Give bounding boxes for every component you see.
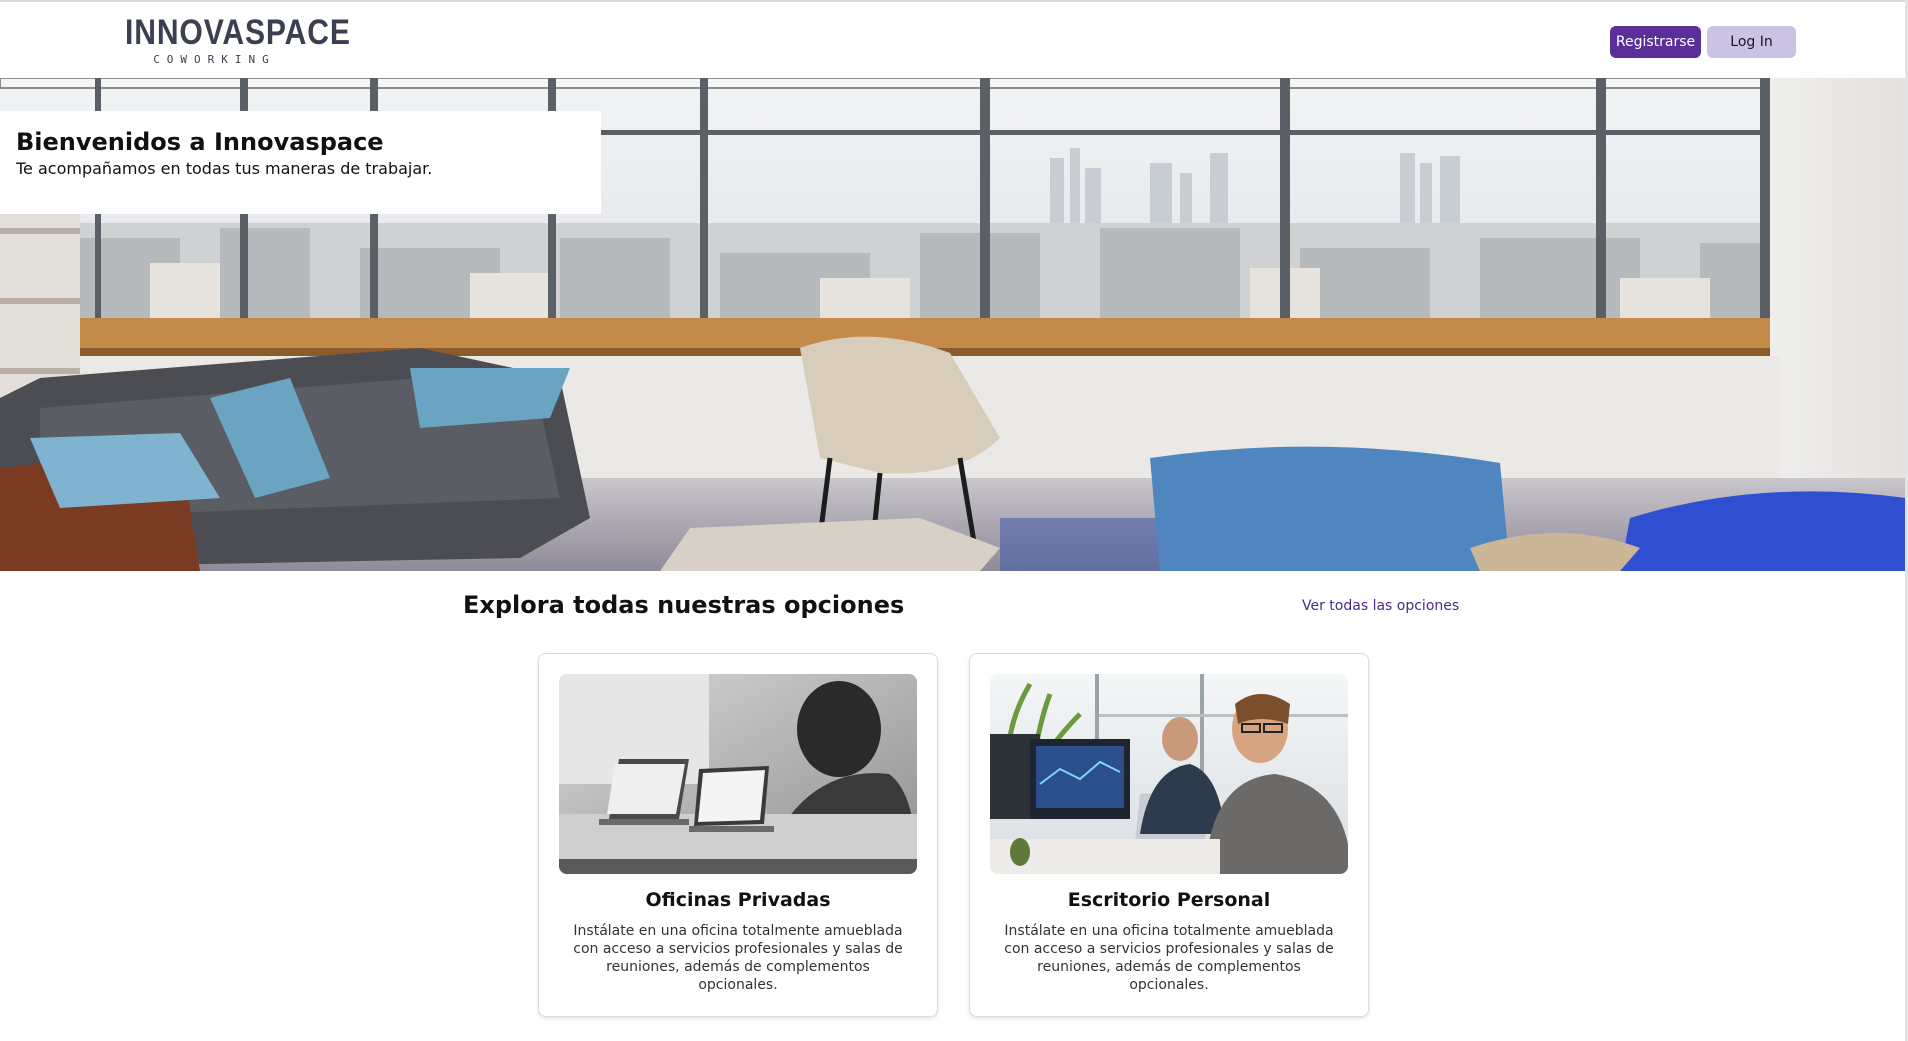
options-section-title: Explora todas nuestras opciones bbox=[463, 591, 905, 619]
brand-name: INNOVASPACE bbox=[125, 13, 351, 52]
brand-logo[interactable]: INNOVASPACE COWORKING bbox=[111, 13, 351, 66]
card-title: Escritorio Personal bbox=[1067, 889, 1271, 911]
login-button[interactable]: Log In bbox=[1707, 26, 1796, 58]
card-title: Oficinas Privadas bbox=[645, 889, 831, 911]
hero-banner: Bienvenidos a Innovaspace Te acompañamos… bbox=[0, 78, 1906, 571]
private-office-image bbox=[559, 674, 917, 874]
card-description: Instálate en una oficina totalmente amue… bbox=[1004, 923, 1334, 993]
personal-desk-image bbox=[990, 674, 1348, 874]
register-button[interactable]: Registrarse bbox=[1610, 26, 1701, 58]
see-all-options-link[interactable]: Ver todas las opciones bbox=[1302, 598, 1459, 614]
hero-welcome-card: Bienvenidos a Innovaspace Te acompañamos… bbox=[0, 111, 601, 214]
hero-title: Bienvenidos a Innovaspace bbox=[16, 128, 384, 156]
hero-subtitle: Te acompañamos en todas tus maneras de t… bbox=[16, 159, 433, 178]
card-description: Instálate en una oficina totalmente amue… bbox=[573, 923, 903, 993]
option-card-private-offices[interactable]: Oficinas Privadas Instálate en una ofici… bbox=[538, 653, 938, 1017]
option-card-personal-desk[interactable]: Escritorio Personal Instálate en una ofi… bbox=[969, 653, 1369, 1017]
site-header: INNOVASPACE COWORKING Registrarse Log In bbox=[0, 2, 1908, 78]
brand-tagline: COWORKING bbox=[153, 53, 276, 66]
